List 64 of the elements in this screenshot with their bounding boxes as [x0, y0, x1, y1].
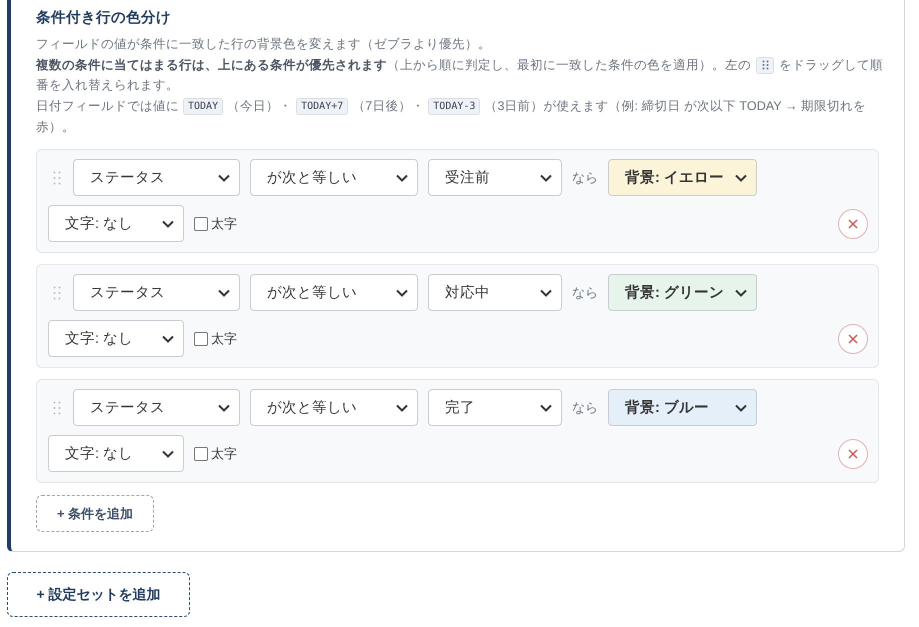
- chevron-down-icon: [735, 288, 747, 297]
- operator-select[interactable]: が次と等しい: [250, 389, 418, 426]
- value-select[interactable]: 受注前: [428, 159, 562, 196]
- value-select[interactable]: 完了: [428, 389, 562, 426]
- chevron-down-icon: [396, 288, 408, 297]
- chevron-down-icon: [396, 404, 408, 412]
- chevron-down-icon: [540, 288, 552, 297]
- background-color-select[interactable]: 背景: グリーン: [608, 274, 757, 312]
- connector-label: なら: [572, 168, 598, 187]
- remove-condition-button[interactable]: [838, 438, 868, 469]
- checkbox-label: 太字: [211, 444, 237, 463]
- code-keyword: TODAY-3: [428, 98, 480, 115]
- close-icon: [848, 218, 858, 229]
- chevron-down-icon: [540, 174, 552, 182]
- connector-label: なら: [572, 398, 598, 417]
- connector-label: なら: [572, 284, 598, 302]
- drag-handle-icon[interactable]: [53, 400, 61, 415]
- description-text: 複数の条件に当てはまる行は、上にある条件が優先されます（上から順に判定し、最初に一致した条件の色を適用）。左の: [36, 56, 751, 74]
- close-icon: [848, 334, 858, 344]
- chevron-down-icon: [162, 450, 174, 458]
- drag-handle-icon[interactable]: [53, 286, 61, 300]
- background-color-select[interactable]: 背景: イエロー: [608, 159, 757, 196]
- text-color-select[interactable]: 文字: なし: [48, 435, 184, 472]
- field-select[interactable]: ステータス: [73, 389, 240, 426]
- chevron-down-icon: [735, 404, 747, 412]
- description-text: （3日前）が使えます（例: 締切日 が次以下 TODAY → 期限切れを: [484, 98, 866, 115]
- add-setting-set-button[interactable]: + 設定セットを追加: [7, 572, 190, 618]
- code-keyword: TODAY+7: [296, 98, 348, 115]
- description-text: フィールドの値が条件に一致した行の背景色を変えます（ゼブラより優先）。: [36, 36, 491, 53]
- description-text: 赤）。: [36, 118, 75, 136]
- code-keyword: TODAY: [183, 98, 224, 115]
- chevron-down-icon: [218, 404, 230, 412]
- checkbox-label: 太字: [211, 214, 237, 233]
- drag-handle-icon[interactable]: [53, 170, 61, 185]
- drag-handle-icon: [756, 56, 774, 74]
- chevron-down-icon: [735, 174, 747, 182]
- operator-select[interactable]: が次と等しい: [250, 274, 418, 312]
- chevron-down-icon: [162, 220, 174, 228]
- description-text: をドラッグして順: [779, 56, 883, 74]
- chevron-down-icon: [540, 404, 552, 412]
- bold-checkbox[interactable]: [194, 446, 208, 461]
- chevron-down-icon: [218, 174, 230, 182]
- chevron-down-icon: [218, 288, 230, 297]
- bold-checkbox[interactable]: [194, 332, 208, 346]
- section-title: 条件付き行の色分け: [36, 9, 172, 28]
- description-text: 日付フィールドでは値に: [36, 98, 179, 115]
- description-text: （今日）・: [227, 98, 292, 115]
- bold-checkbox[interactable]: [194, 216, 208, 231]
- add-condition-button[interactable]: + 条件を追加: [36, 495, 154, 532]
- checkbox-label: 太字: [211, 330, 237, 348]
- operator-select[interactable]: が次と等しい: [250, 159, 418, 196]
- value-select[interactable]: 対応中: [428, 274, 562, 312]
- description-text: （7日後）・: [352, 98, 424, 115]
- text-color-select[interactable]: 文字: なし: [48, 205, 184, 242]
- text-color-select[interactable]: 文字: なし: [48, 320, 184, 358]
- remove-condition-button[interactable]: [838, 208, 868, 239]
- chevron-down-icon: [396, 174, 408, 182]
- field-select[interactable]: ステータス: [73, 159, 240, 196]
- remove-condition-button[interactable]: [838, 324, 868, 354]
- description-text: 番を入れ替えられます。: [36, 77, 179, 94]
- close-icon: [848, 448, 858, 459]
- background-color-select[interactable]: 背景: ブルー: [608, 389, 757, 426]
- field-select[interactable]: ステータス: [73, 274, 240, 312]
- chevron-down-icon: [162, 334, 174, 343]
